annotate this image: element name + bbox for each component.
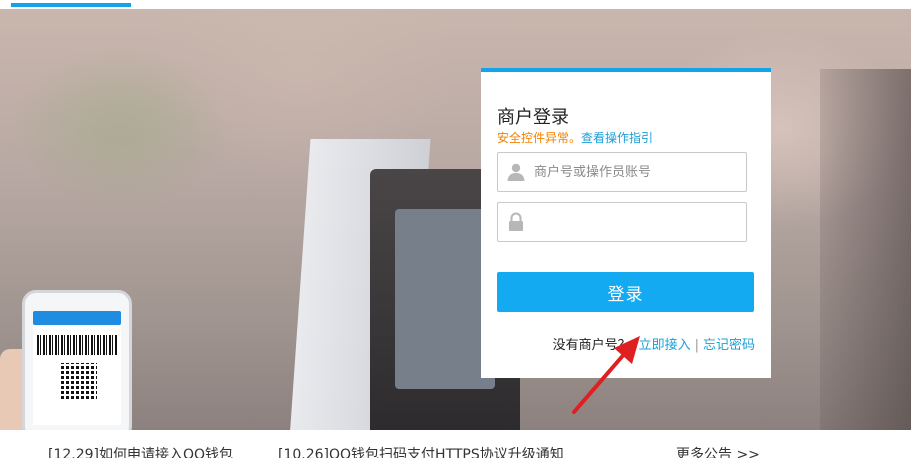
more-news-link[interactable]: 更多公告 >> bbox=[676, 444, 760, 458]
news-item[interactable]: [10.26]QQ钱包扫码支付HTTPS协议升级通知 bbox=[278, 444, 564, 458]
news-item[interactable]: [12.29]如何申请接入QQ钱包 bbox=[48, 444, 233, 458]
hero-background bbox=[0, 9, 911, 430]
security-warning: 安全控件异常。 bbox=[497, 131, 582, 145]
hero-phone-image bbox=[22, 290, 132, 430]
username-field[interactable] bbox=[497, 152, 747, 192]
active-nav-indicator bbox=[11, 3, 131, 7]
phone-qrcode bbox=[61, 363, 97, 399]
phone-barcode bbox=[37, 335, 117, 355]
guide-link[interactable]: 查看操作指引 bbox=[581, 131, 653, 145]
lock-icon bbox=[509, 212, 523, 231]
login-title: 商户登录 bbox=[497, 107, 569, 128]
phone-app-header bbox=[33, 311, 121, 325]
forgot-password-link[interactable]: 忘记密码 bbox=[703, 338, 755, 353]
password-field[interactable] bbox=[497, 202, 747, 242]
top-strip bbox=[0, 0, 911, 9]
hero-terminal-screen bbox=[395, 209, 495, 389]
password-input[interactable] bbox=[534, 203, 739, 241]
page: 商户登录 安全控件异常。查看操作指引 登录 没有商户号？立即接入|忘记密码 bbox=[0, 0, 911, 458]
link-separator: | bbox=[694, 338, 699, 353]
hero-shadow bbox=[820, 69, 911, 430]
login-button[interactable]: 登录 bbox=[497, 272, 754, 312]
news-bar: [12.29]如何申请接入QQ钱包 [10.26]QQ钱包扫码支付HTTPS协议… bbox=[0, 430, 911, 458]
security-warning-row: 安全控件异常。查看操作指引 bbox=[497, 129, 653, 146]
username-input[interactable] bbox=[534, 153, 739, 191]
user-icon bbox=[507, 163, 525, 181]
red-arrow-annotation bbox=[572, 336, 640, 414]
